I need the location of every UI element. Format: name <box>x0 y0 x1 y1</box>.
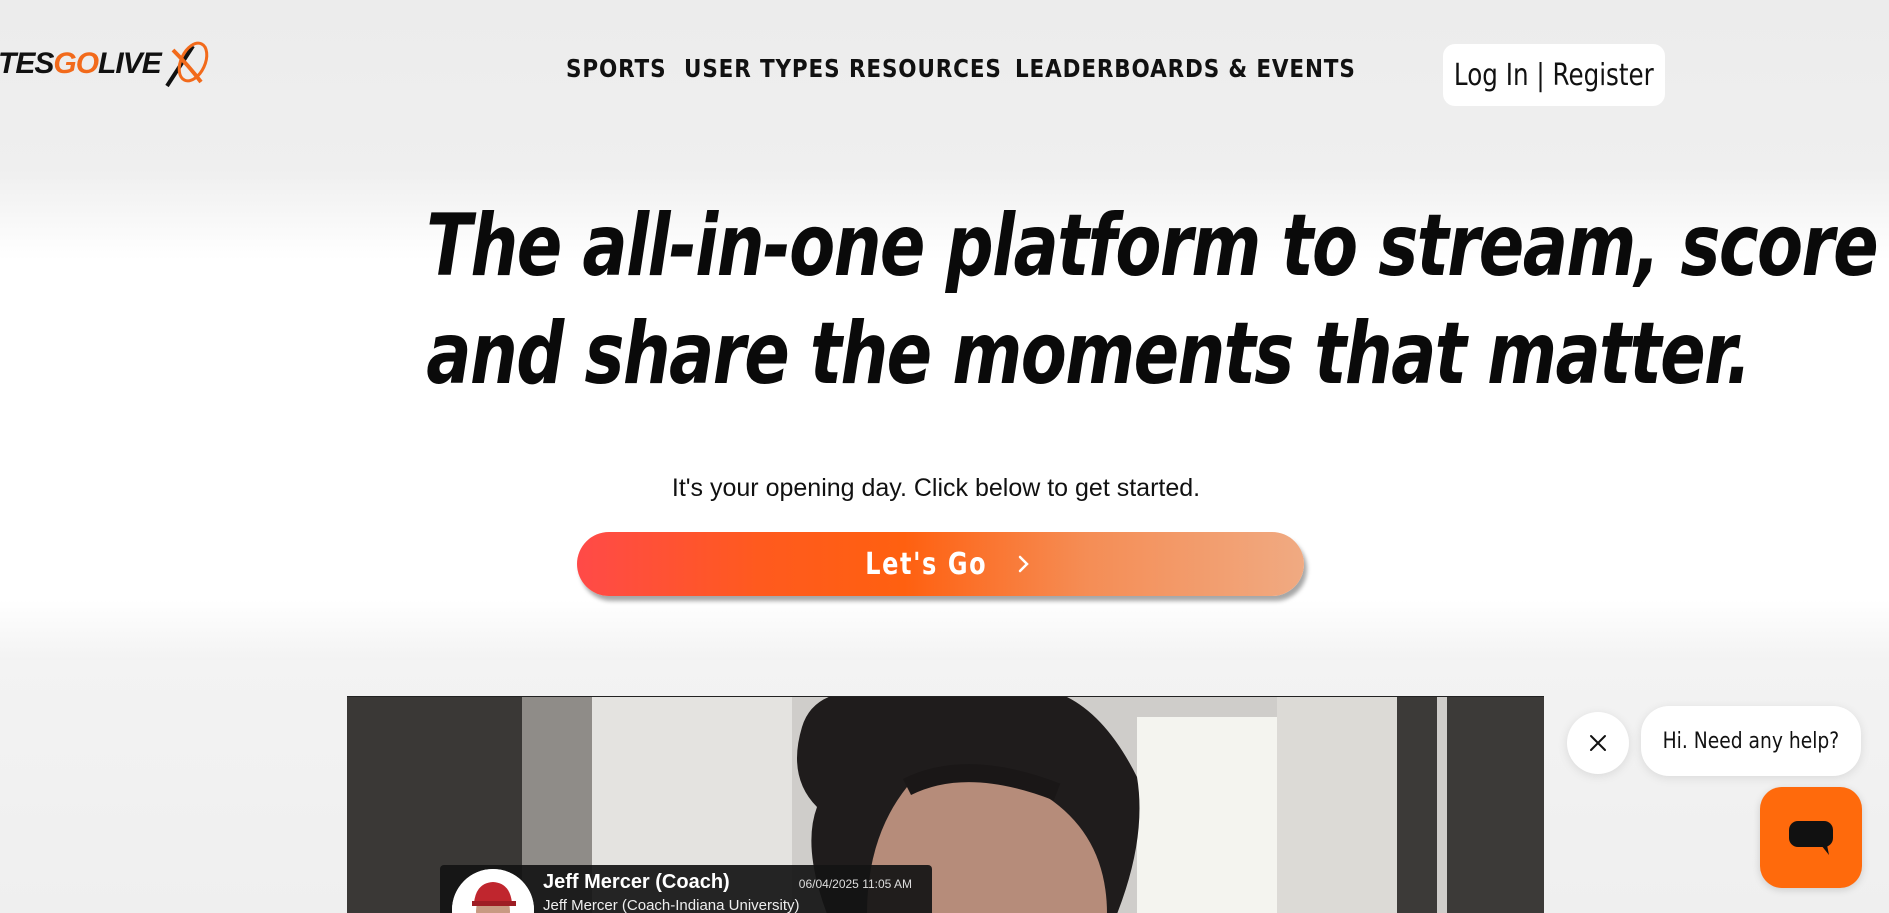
hero-title-line-1: The all-in-one platform to stream, score <box>426 196 1878 296</box>
chat-launcher-button[interactable] <box>1760 787 1862 888</box>
nav-user-types[interactable]: USER TYPES <box>684 54 840 83</box>
chat-close-button[interactable] <box>1567 712 1629 774</box>
overlay-subtitle: Jeff Mercer (Coach-Indiana University) <box>543 897 800 913</box>
coach-avatar-image <box>452 869 534 913</box>
chevron-right-icon <box>1018 555 1029 573</box>
nav-sports[interactable]: SPORTS <box>566 54 666 83</box>
lets-go-label: Let's Go <box>865 546 988 582</box>
avatar <box>452 869 534 913</box>
logo-text-part3: LIVE <box>98 47 162 80</box>
overlay-name: Jeff Mercer (Coach) <box>543 871 730 893</box>
nav-leaderboards-events[interactable]: LEADERBOARDS & EVENTS <box>1015 54 1355 83</box>
close-icon <box>1590 735 1606 751</box>
chat-icon <box>1789 820 1833 855</box>
logo-swoosh-icon <box>165 41 208 88</box>
lets-go-button[interactable]: Let's Go <box>577 532 1304 596</box>
logo-text-part2: GO <box>53 47 99 80</box>
login-register-label: Log In | Register <box>1454 57 1654 93</box>
overlay-datetime: 06/04/2025 11:05 AM <box>798 877 912 891</box>
site-header: TES GO LIVE SPORTS USER TYPES RESOURCES LE… <box>0 0 1889 140</box>
chat-greeting-bubble[interactable]: Hi. Need any help? <box>1641 706 1861 776</box>
main-nav: SPORTS USER TYPES RESOURCES LEADERBOARDS… <box>566 54 1355 83</box>
nav-resources[interactable]: RESOURCES <box>849 54 1001 83</box>
hero-title: The all-in-one platform to stream, score… <box>280 192 1878 408</box>
chat-greeting-text: Hi. Need any help? <box>1662 728 1840 754</box>
logo-text-part1: TES <box>0 47 54 80</box>
site-logo[interactable]: TES GO LIVE <box>0 36 211 92</box>
hero-title-line-2: and share the moments that matter. <box>426 304 1751 404</box>
login-register-button[interactable]: Log In | Register <box>1443 44 1665 106</box>
video-caption-overlay: Jeff Mercer (Coach) 06/04/2025 11:05 AM … <box>440 865 932 913</box>
hero-video[interactable]: Jeff Mercer (Coach) 06/04/2025 11:05 AM … <box>347 696 1544 913</box>
hero-subtitle: It's your opening day. Click below to ge… <box>671 474 1201 502</box>
